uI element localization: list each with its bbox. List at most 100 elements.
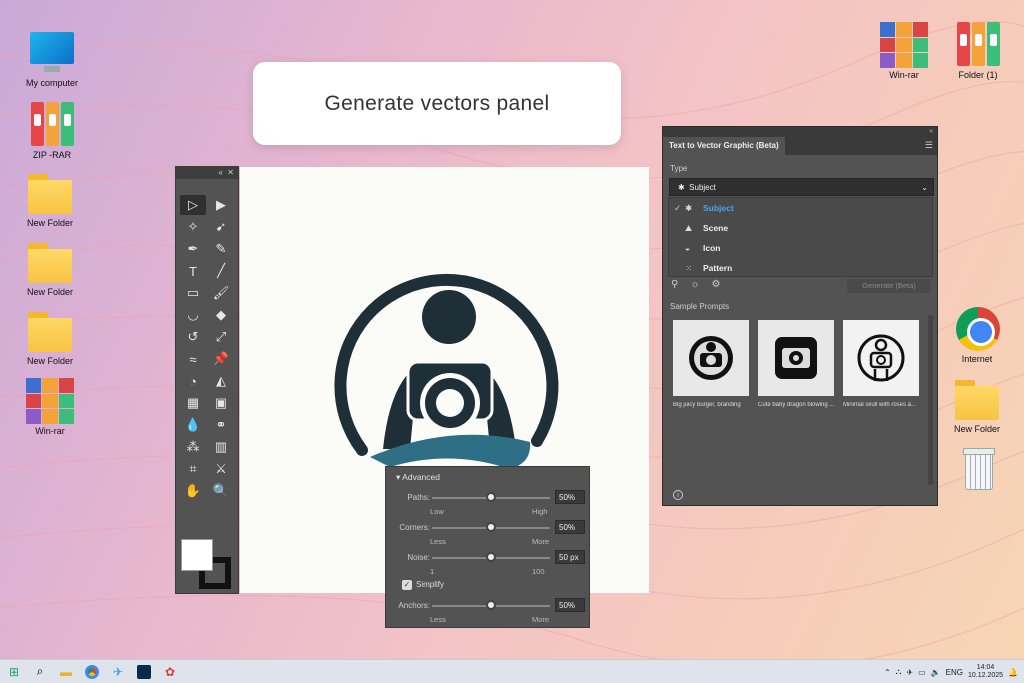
- desktop-folder-right[interactable]: New Folder: [942, 376, 1012, 434]
- language-indicator[interactable]: ENG: [946, 668, 963, 677]
- warp-tool-icon[interactable]: ≈: [180, 349, 206, 369]
- eyedropper-icon[interactable]: 💧: [180, 415, 206, 435]
- info-icon[interactable]: i: [673, 490, 683, 500]
- photoshop-icon[interactable]: [132, 661, 156, 683]
- option-subject[interactable]: ✓ ✱ Subject: [669, 198, 932, 218]
- type-tool-icon[interactable]: T: [180, 261, 206, 281]
- advanced-header[interactable]: ▾ Advanced: [386, 467, 589, 488]
- gradient-tool-icon[interactable]: ▣: [208, 393, 234, 413]
- telegram-tray-icon[interactable]: ✈: [906, 668, 913, 677]
- panel-scrollbar[interactable]: [928, 315, 933, 485]
- noise-slider-knob[interactable]: [486, 552, 496, 562]
- shape-builder-icon[interactable]: ◔: [180, 371, 206, 391]
- tray-app-icon[interactable]: ⛬: [896, 667, 902, 677]
- type-dropdown-value: Subject: [689, 183, 716, 192]
- my-computer-icon[interactable]: My computer: [17, 30, 87, 88]
- scale-tool-icon[interactable]: ⤢: [208, 327, 234, 347]
- folder-icon: [26, 239, 74, 285]
- type-dropdown[interactable]: ✱ Subject ⌄: [669, 178, 934, 196]
- internet-icon[interactable]: Internet: [942, 306, 1012, 364]
- rectangle-tool-icon[interactable]: ▭: [180, 283, 206, 303]
- noise-low-label: 1: [430, 567, 435, 576]
- desktop-folder-1[interactable]: New Folder: [15, 170, 85, 228]
- perspective-grid-icon[interactable]: ◭: [208, 371, 234, 391]
- panel-menu-icon[interactable]: ☰: [925, 140, 933, 151]
- anchors-low-label: Less: [430, 615, 446, 624]
- callout-text: Generate vectors panel: [324, 91, 550, 115]
- anchors-slider-knob[interactable]: [486, 600, 496, 610]
- pattern-icon: ⁙: [685, 263, 693, 273]
- tab-text-to-vector[interactable]: Text to Vector Graphic (Beta): [663, 137, 785, 155]
- winrar-right-icon[interactable]: Win-rar: [869, 22, 939, 80]
- paths-value[interactable]: 50%: [555, 490, 585, 504]
- lightbulb-icon[interactable]: ☼: [690, 279, 699, 290]
- check-icon: ✓: [674, 203, 682, 213]
- sample-caption: Minimal skull with roses a...: [843, 402, 917, 408]
- mesh-tool-icon[interactable]: ▦: [180, 393, 206, 413]
- clock[interactable]: 14:04 10.12.2025: [968, 664, 1003, 680]
- search-icon[interactable]: ⌕: [28, 661, 52, 683]
- option-pattern[interactable]: ⁙ Pattern: [669, 258, 932, 278]
- start-icon[interactable]: ⊞: [2, 661, 26, 683]
- zip-rar-icon[interactable]: ZIP -RAR: [17, 102, 87, 160]
- noise-value[interactable]: 50 px: [555, 550, 585, 564]
- generate-button[interactable]: Generate (Beta): [847, 279, 931, 293]
- folder-label: New Folder: [953, 424, 1000, 434]
- shaper-tool-icon[interactable]: ◡: [180, 305, 206, 325]
- artboard-tool-icon[interactable]: ⌗: [180, 459, 206, 479]
- sample-card[interactable]: Cute baby dragon blowing ...: [758, 320, 834, 408]
- network-icon[interactable]: ▭: [918, 668, 926, 677]
- eraser-icon[interactable]: ◆: [208, 305, 234, 325]
- sample-card[interactable]: Big juicy burger, branding: [673, 320, 749, 408]
- selection-tool-icon[interactable]: ▷: [180, 195, 206, 215]
- tools-panel-header[interactable]: « ✕: [176, 167, 238, 179]
- corners-slider-knob[interactable]: [486, 522, 496, 532]
- folder-1-icon[interactable]: Folder (1): [943, 22, 1013, 80]
- desktop-folder-3[interactable]: New Folder: [15, 308, 85, 366]
- sample-card[interactable]: Minimal skull with roses a...: [843, 320, 919, 408]
- paths-slider-knob[interactable]: [486, 492, 496, 502]
- chrome-taskbar-icon[interactable]: [80, 661, 104, 683]
- magic-wand-icon[interactable]: ✧: [180, 217, 206, 237]
- lasso-icon[interactable]: ➹: [208, 217, 234, 237]
- panel-collapse-bar[interactable]: «: [663, 127, 937, 137]
- advanced-title: Advanced: [402, 472, 440, 482]
- volume-icon[interactable]: 🔈: [931, 668, 941, 677]
- anchors-value[interactable]: 50%: [555, 598, 585, 612]
- option-icon-label: Icon: [703, 243, 721, 253]
- symbol-sprayer-icon[interactable]: ⁂: [180, 437, 206, 457]
- paintbrush-icon[interactable]: 🖌: [208, 283, 234, 303]
- line-tool-icon[interactable]: ╱: [208, 261, 234, 281]
- option-icon[interactable]: ◒ Icon: [669, 238, 932, 258]
- pen-tool-icon[interactable]: ✒: [180, 239, 206, 259]
- simplify-checkbox[interactable]: ✓: [402, 580, 412, 590]
- option-scene[interactable]: ⛰ Scene: [669, 218, 932, 238]
- recycle-bin[interactable]: [942, 446, 1012, 494]
- zoom-tool-icon[interactable]: 🔍: [208, 481, 234, 501]
- knife-tool-icon[interactable]: ⚔: [208, 459, 234, 479]
- anchors-slider-row: Anchors: 50% Less More: [386, 596, 589, 626]
- fill-stroke-swatches[interactable]: [181, 539, 233, 589]
- telegram-icon[interactable]: ✈: [106, 661, 130, 683]
- rotate-tool-icon[interactable]: ↺: [180, 327, 206, 347]
- desktop-folder-2[interactable]: New Folder: [15, 239, 85, 297]
- corners-value[interactable]: 50%: [555, 520, 585, 534]
- type-label: Type: [670, 164, 688, 173]
- file-explorer-icon[interactable]: ▬: [54, 661, 78, 683]
- curvature-tool-icon[interactable]: ✎: [208, 239, 234, 259]
- direct-selection-tool-icon[interactable]: ▶: [208, 195, 234, 215]
- hand-tool-icon[interactable]: ✋: [180, 481, 206, 501]
- notification-bell-icon[interactable]: 🔔: [1008, 668, 1018, 677]
- gear-icon[interactable]: ⚙: [712, 279, 721, 290]
- puppet-warp-icon[interactable]: 📌: [208, 349, 234, 369]
- pick-style-icon[interactable]: ⚲: [671, 279, 678, 290]
- column-graph-icon[interactable]: ▥: [208, 437, 234, 457]
- fill-swatch[interactable]: [181, 539, 213, 571]
- blend-tool-icon[interactable]: ⚭: [208, 415, 234, 435]
- callout-box: Generate vectors panel: [253, 62, 621, 145]
- scene-icon: ⛰: [685, 223, 693, 233]
- option-subject-label: Subject: [703, 203, 734, 213]
- app-icon[interactable]: ✿: [158, 661, 182, 683]
- winrar-left-icon[interactable]: Win-rar: [15, 378, 85, 436]
- tray-expand-icon[interactable]: ⌃: [884, 668, 891, 677]
